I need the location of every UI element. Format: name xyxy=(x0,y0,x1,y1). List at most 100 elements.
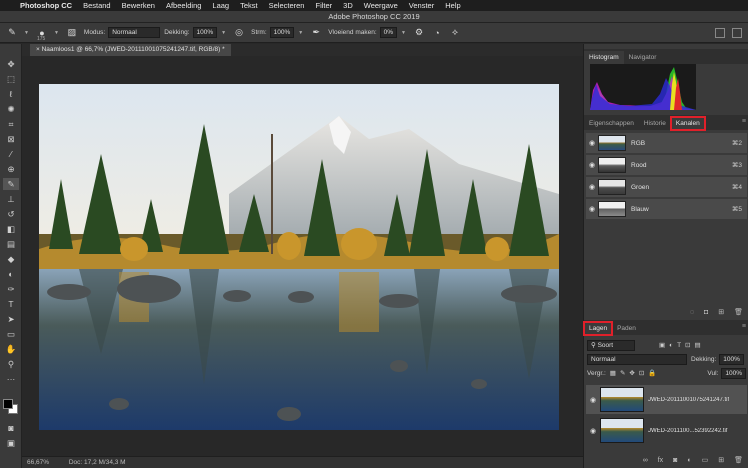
menu-3d[interactable]: 3D xyxy=(343,1,353,10)
shape-tool-icon[interactable]: ▭ xyxy=(3,328,19,340)
menu-bestand[interactable]: Bestand xyxy=(83,1,111,10)
eye-icon[interactable]: ◉ xyxy=(586,205,598,213)
menu-tekst[interactable]: Tekst xyxy=(240,1,258,10)
foreground-color-swatch[interactable] xyxy=(3,399,13,409)
quick-mask-icon[interactable]: ◙ xyxy=(3,422,19,434)
layer-filter-icons[interactable]: ▣◐T⊡▤ xyxy=(659,341,705,349)
brush-settings-icon[interactable]: ▨ xyxy=(66,27,78,39)
brush-tool-icon[interactable]: ✎ xyxy=(3,178,19,190)
pen-tool-icon[interactable]: ✑ xyxy=(3,283,19,295)
menu-bewerken[interactable]: Bewerken xyxy=(122,1,155,10)
tab-layers[interactable]: Lagen xyxy=(582,321,614,336)
link-icon[interactable]: ∞ xyxy=(643,457,648,464)
save-selection-icon[interactable]: ◘ xyxy=(704,309,708,316)
chevron-down-icon[interactable]: ▼ xyxy=(298,30,303,36)
marquee-tool-icon[interactable]: ⬚ xyxy=(3,73,19,85)
stamp-tool-icon[interactable]: ⊥ xyxy=(3,193,19,205)
eye-icon[interactable]: ◉ xyxy=(586,139,598,147)
tab-history[interactable]: Historie xyxy=(639,117,671,130)
panel-menu-icon[interactable]: ≡ xyxy=(742,118,746,125)
menu-venster[interactable]: Venster xyxy=(409,1,434,10)
mode-select[interactable]: Normaal xyxy=(108,27,161,38)
opacity-field[interactable]: 100% xyxy=(192,27,218,38)
new-channel-icon[interactable]: ⊞ xyxy=(718,308,724,316)
crop-tool-icon[interactable]: ⌗ xyxy=(3,118,19,130)
fx-icon[interactable]: fx xyxy=(658,457,663,464)
lock-icons[interactable]: ▦✎✥⊡🔒 xyxy=(610,369,661,377)
layer-row[interactable]: ◉ JWED-2011100...52392242.tif xyxy=(586,416,747,445)
pressure-size-icon[interactable]: ◔ xyxy=(431,27,443,39)
layer-row[interactable]: ◉ JWED-20111001075241247.tif xyxy=(586,385,747,414)
screen-mode-icon[interactable]: ▣ xyxy=(3,437,19,449)
zoom-level[interactable]: 66,67% xyxy=(27,459,49,466)
tab-histogram[interactable]: Histogram xyxy=(584,51,624,64)
chevron-down-icon[interactable]: ▼ xyxy=(221,30,226,36)
menu-selecteren[interactable]: Selecteren xyxy=(269,1,305,10)
eye-icon[interactable]: ◉ xyxy=(586,161,598,169)
channel-row[interactable]: ◉ Blauw ⌘5 xyxy=(586,199,747,220)
tab-navigator[interactable]: Navigator xyxy=(624,51,662,64)
chevron-down-icon[interactable]: ▼ xyxy=(401,30,406,36)
channel-row[interactable]: ◉ Rood ⌘3 xyxy=(586,155,747,176)
folder-icon[interactable]: ▭ xyxy=(702,456,709,464)
eye-icon[interactable]: ◉ xyxy=(586,396,600,404)
document-tab[interactable]: × Naamloos1 @ 66,7% (JWED-20111001075241… xyxy=(30,44,231,56)
gear-icon[interactable]: ⚙ xyxy=(413,27,425,39)
load-selection-icon[interactable]: ◌ xyxy=(690,309,694,316)
brush-preset-icon[interactable]: ● 175 xyxy=(36,27,48,42)
menu-afbeelding[interactable]: Afbeelding xyxy=(166,1,201,10)
airbrush-icon[interactable]: ✒ xyxy=(310,27,322,39)
eye-icon[interactable]: ◉ xyxy=(586,427,600,435)
flow-field[interactable]: 100% xyxy=(269,27,295,38)
layer-opacity-field[interactable]: 100% xyxy=(719,353,744,365)
hand-tool-icon[interactable]: ✋ xyxy=(3,343,19,355)
chevron-down-icon[interactable]: ▼ xyxy=(54,30,59,36)
frame-tool-icon[interactable]: ⊠ xyxy=(3,133,19,145)
channel-row[interactable]: ◉ RGB ⌘2 xyxy=(586,133,747,154)
lasso-tool-icon[interactable]: ℓ xyxy=(3,88,19,100)
trash-icon[interactable]: 🗑 xyxy=(734,308,743,316)
menu-app[interactable]: Photoshop CC xyxy=(20,1,72,10)
healing-tool-icon[interactable]: ⊕ xyxy=(3,163,19,175)
eyedropper-tool-icon[interactable]: ⁄ xyxy=(3,148,19,160)
quick-select-tool-icon[interactable]: ✺ xyxy=(3,103,19,115)
fill-field[interactable]: 100% xyxy=(721,367,746,379)
menu-weergave[interactable]: Weergave xyxy=(364,1,398,10)
workspace-icon[interactable] xyxy=(732,27,742,38)
canvas-area[interactable] xyxy=(22,56,583,456)
adjustment-icon[interactable]: ◐ xyxy=(687,457,691,464)
new-layer-icon[interactable]: ⊞ xyxy=(718,456,724,464)
document-photo[interactable] xyxy=(39,84,559,430)
smoothing-field[interactable]: 0% xyxy=(379,27,398,38)
gradient-tool-icon[interactable]: ▤ xyxy=(3,238,19,250)
blend-mode-select[interactable]: Normaal xyxy=(587,353,687,365)
panel-menu-icon[interactable]: ≡ xyxy=(742,323,746,330)
filter-kind-select[interactable]: ⚲ Soort xyxy=(587,339,635,351)
move-tool-icon[interactable]: ✥ xyxy=(3,58,19,70)
eye-icon[interactable]: ◉ xyxy=(586,183,598,191)
brush-tool-icon[interactable]: ✎ xyxy=(6,27,18,39)
menu-filter[interactable]: Filter xyxy=(315,1,332,10)
trash-icon[interactable]: 🗑 xyxy=(734,456,743,464)
search-icon[interactable] xyxy=(715,27,725,38)
zoom-tool-icon[interactable]: ⚲ xyxy=(3,358,19,370)
chevron-down-icon[interactable]: ▼ xyxy=(24,30,29,36)
history-brush-tool-icon[interactable]: ↺ xyxy=(3,208,19,220)
histogram-panel-tabs: Histogram Navigator xyxy=(584,49,748,64)
path-select-tool-icon[interactable]: ➤ xyxy=(3,313,19,325)
type-tool-icon[interactable]: T xyxy=(3,298,19,310)
tab-properties[interactable]: Eigenschappen xyxy=(584,117,639,130)
blur-tool-icon[interactable]: ◆ xyxy=(3,253,19,265)
dodge-tool-icon[interactable]: ◐ xyxy=(3,268,19,280)
pressure-opacity-icon[interactable]: ◎ xyxy=(233,27,245,39)
tab-paths[interactable]: Paden xyxy=(612,322,641,335)
menu-help[interactable]: Help xyxy=(445,1,460,10)
eraser-tool-icon[interactable]: ◧ xyxy=(3,223,19,235)
tab-channels[interactable]: Kanalen xyxy=(669,116,706,131)
color-swatches[interactable] xyxy=(3,399,19,415)
channel-row[interactable]: ◉ Groen ⌘4 xyxy=(586,177,747,198)
menu-laag[interactable]: Laag xyxy=(212,1,229,10)
symmetry-icon[interactable]: ⟡ xyxy=(449,27,461,39)
mask-icon[interactable]: ◙ xyxy=(673,457,677,464)
more-tools-icon[interactable]: ··· xyxy=(3,373,19,385)
